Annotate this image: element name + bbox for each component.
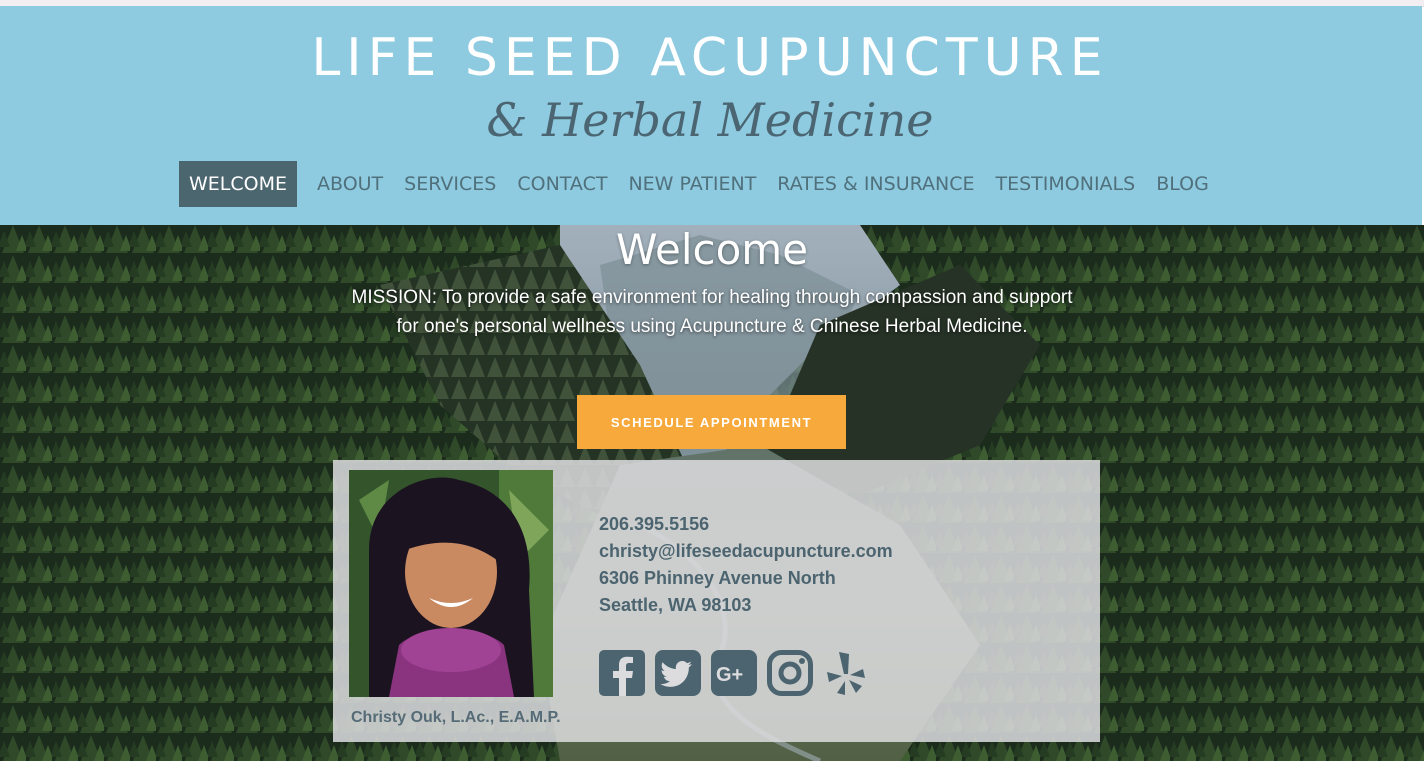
nav-item-new-patient[interactable]: NEW PATIENT: [618, 161, 766, 207]
phone-number[interactable]: 206.395.5156: [599, 511, 893, 538]
nav-item-about[interactable]: ABOUT: [307, 161, 393, 207]
google-plus-icon[interactable]: G+: [711, 650, 757, 696]
main-nav: WELCOME ABOUT SERVICES CONTACT NEW PATIE…: [179, 161, 1220, 207]
address-line-2: Seattle, WA 98103: [599, 595, 752, 615]
yelp-icon[interactable]: [823, 650, 869, 696]
mission-statement: MISSION: To provide a safe environment f…: [351, 287, 1073, 337]
site-header: LIFE SEED ACUPUNCTURE & Herbal Medicine …: [0, 6, 1422, 225]
svg-text:G+: G+: [716, 664, 743, 686]
nav-item-welcome[interactable]: WELCOME: [179, 161, 297, 207]
address-line-1: 6306 Phinney Avenue North: [599, 568, 836, 588]
page: LIFE SEED ACUPUNCTURE & Herbal Medicine …: [0, 0, 1424, 761]
facebook-icon[interactable]: [599, 650, 645, 696]
contact-details: 206.395.5156 christy@lifeseedacupuncture…: [599, 511, 893, 619]
site-title[interactable]: LIFE SEED ACUPUNCTURE: [0, 30, 1420, 86]
schedule-appointment-button[interactable]: SCHEDULE APPOINTMENT: [577, 395, 846, 449]
instagram-icon[interactable]: [767, 650, 813, 696]
nav-item-testimonials[interactable]: TESTIMONIALS: [986, 161, 1146, 207]
email-address[interactable]: christy@lifeseedacupuncture.com: [599, 538, 893, 565]
social-links: G+: [599, 650, 869, 696]
contact-card: Christy Ouk, L.Ac., E.A.M.P. 206.395.515…: [333, 460, 1100, 742]
nav-item-blog[interactable]: BLOG: [1146, 161, 1219, 207]
twitter-icon[interactable]: [655, 650, 701, 696]
site-subtitle: & Herbal Medicine: [486, 93, 934, 147]
welcome-heading: Welcome: [615, 225, 809, 274]
profile-caption: Christy Ouk, L.Ac., E.A.M.P.: [351, 709, 561, 726]
nav-item-services[interactable]: SERVICES: [394, 161, 506, 207]
profile-photo: [349, 470, 553, 697]
nav-item-contact[interactable]: CONTACT: [507, 161, 617, 207]
nav-item-rates-insurance[interactable]: RATES & INSURANCE: [767, 161, 984, 207]
